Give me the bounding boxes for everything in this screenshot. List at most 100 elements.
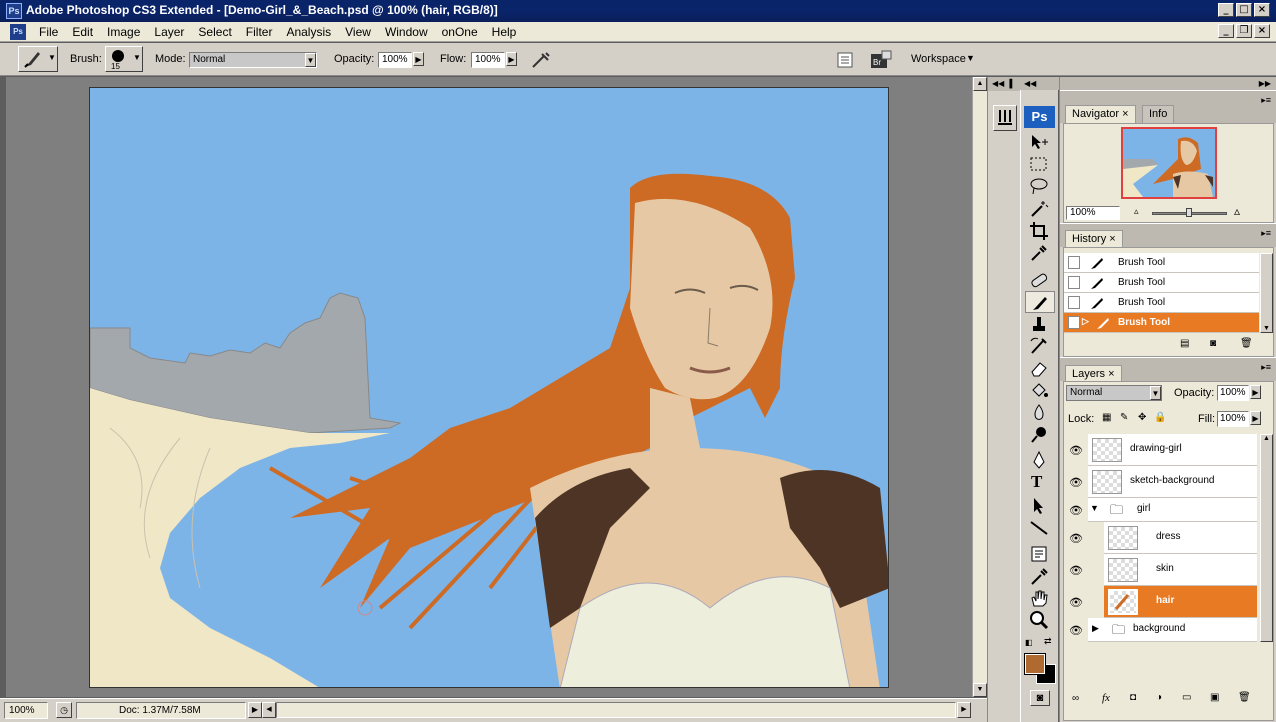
menu-image[interactable]: Image bbox=[100, 25, 147, 39]
marquee-tool-icon[interactable] bbox=[1028, 154, 1050, 174]
history-scrollbar[interactable]: ▼ bbox=[1260, 253, 1273, 333]
airbrush-icon[interactable] bbox=[530, 50, 552, 70]
menu-analysis[interactable]: Analysis bbox=[279, 25, 338, 39]
layer-row[interactable]: skin bbox=[1104, 554, 1257, 586]
workspace-label[interactable]: Workspace bbox=[911, 53, 966, 65]
lock-all-icon[interactable]: 🔒 bbox=[1154, 412, 1166, 423]
new-group-icon[interactable]: ▭ bbox=[1182, 692, 1191, 703]
type-tool-icon[interactable]: T bbox=[1031, 472, 1042, 492]
flow-input[interactable]: 100% bbox=[471, 52, 505, 68]
dock-expand-icon[interactable]: ▶▶ bbox=[1060, 77, 1276, 90]
minimize-button[interactable]: _ bbox=[1218, 3, 1234, 17]
blend-mode-select[interactable]: Normal ▼ bbox=[1066, 385, 1162, 401]
opacity-slider-arrow-icon[interactable]: ▶ bbox=[413, 52, 424, 66]
layers-scrollbar[interactable]: ▲ bbox=[1260, 434, 1273, 642]
doc-close-button[interactable]: × bbox=[1254, 24, 1270, 38]
magic-wand-tool-icon[interactable] bbox=[1028, 198, 1050, 218]
palette-well-icon[interactable] bbox=[836, 51, 854, 69]
scroll-up-icon[interactable]: ▲ bbox=[1263, 435, 1270, 442]
tool-presets-button[interactable] bbox=[993, 105, 1017, 131]
trash-icon[interactable]: 🗑 bbox=[1238, 692, 1251, 703]
opacity-input[interactable]: 100% bbox=[378, 52, 412, 68]
eye-icon[interactable]: 👁 bbox=[1069, 564, 1083, 577]
eye-icon[interactable]: 👁 bbox=[1069, 444, 1083, 457]
pen-tool-icon[interactable] bbox=[1028, 450, 1050, 470]
scroll-up-icon[interactable]: ▲ bbox=[973, 77, 987, 91]
menu-onone[interactable]: onOne bbox=[435, 25, 485, 39]
lock-image-icon[interactable]: ✎ bbox=[1120, 412, 1128, 423]
lock-position-icon[interactable]: ✥ bbox=[1138, 412, 1146, 423]
history-state-slider-icon[interactable]: ▷ bbox=[1082, 316, 1089, 327]
flow-slider-arrow-icon[interactable]: ▶ bbox=[506, 52, 517, 66]
panel-menu-icon[interactable]: ▸≡ bbox=[1261, 228, 1271, 239]
history-item-selected[interactable]: ▷ Brush Tool bbox=[1064, 313, 1259, 333]
tab-history[interactable]: History × bbox=[1065, 230, 1123, 248]
status-icon[interactable]: ◷ bbox=[56, 702, 72, 718]
tool-preset-picker[interactable]: ▼ bbox=[18, 46, 58, 72]
layer-style-icon[interactable]: fx bbox=[1102, 692, 1110, 704]
vertical-scrollbar[interactable]: ▲ ▼ bbox=[972, 77, 987, 697]
zoom-out-icon[interactable]: ▵ bbox=[1134, 206, 1139, 217]
tab-navigator[interactable]: Navigator × bbox=[1065, 105, 1136, 123]
brush-tool-button[interactable] bbox=[1025, 291, 1055, 313]
trash-icon[interactable]: 🗑 bbox=[1240, 338, 1253, 349]
layer-row[interactable]: sketch-background bbox=[1088, 466, 1257, 498]
layer-group-row[interactable]: ▶ 🗀 background bbox=[1088, 618, 1257, 642]
chevron-down-icon[interactable]: ▼ bbox=[1090, 503, 1099, 513]
healing-brush-tool-icon[interactable] bbox=[1028, 270, 1050, 290]
default-colors-icon[interactable]: ◧ bbox=[1025, 638, 1033, 647]
menu-filter[interactable]: Filter bbox=[239, 25, 280, 39]
new-layer-icon[interactable]: ▣ bbox=[1210, 692, 1219, 703]
close-icon[interactable]: × bbox=[1109, 233, 1115, 245]
paint-bucket-tool-icon[interactable] bbox=[1028, 380, 1050, 400]
history-item[interactable]: Brush Tool bbox=[1064, 293, 1259, 313]
zoom-field[interactable]: 100% bbox=[4, 702, 48, 719]
eraser-tool-icon[interactable] bbox=[1028, 358, 1050, 378]
mode-select[interactable]: Normal ▼ bbox=[189, 52, 317, 68]
history-brush-source-checkbox[interactable] bbox=[1068, 296, 1080, 309]
layer-mask-icon[interactable]: ◘ bbox=[1130, 692, 1136, 703]
document-icon[interactable]: Ps bbox=[10, 24, 26, 40]
fill-input[interactable]: 100% bbox=[1217, 411, 1249, 427]
history-brush-source-checkbox[interactable] bbox=[1068, 276, 1080, 289]
history-item[interactable]: Brush Tool bbox=[1064, 253, 1259, 273]
doc-restore-button[interactable]: ❐ bbox=[1236, 24, 1252, 38]
horizontal-scrollbar[interactable] bbox=[276, 702, 956, 718]
blur-tool-icon[interactable] bbox=[1028, 402, 1050, 422]
toolbox-header[interactable]: ◀◀ bbox=[1020, 77, 1059, 90]
chevron-down-icon[interactable]: ▼ bbox=[966, 53, 975, 63]
close-button[interactable]: × bbox=[1254, 3, 1270, 17]
layer-group-row[interactable]: ▼ 🗀 girl bbox=[1088, 498, 1257, 522]
eye-icon[interactable]: 👁 bbox=[1069, 624, 1083, 637]
layer-row[interactable]: dress bbox=[1104, 522, 1257, 554]
close-icon[interactable]: × bbox=[1108, 368, 1114, 380]
scroll-right-icon[interactable]: ▶ bbox=[957, 702, 971, 718]
navigator-zoom-field[interactable]: 100% bbox=[1066, 206, 1120, 220]
scroll-left-icon[interactable]: ◀ bbox=[262, 702, 276, 718]
new-snapshot-icon[interactable]: ◙ bbox=[1210, 338, 1216, 349]
eyedropper-slice-tool-icon[interactable] bbox=[1028, 242, 1050, 262]
quick-mask-icon[interactable]: ◙ bbox=[1030, 690, 1050, 706]
history-brush-source-checkbox[interactable] bbox=[1068, 316, 1080, 329]
eye-icon[interactable]: 👁 bbox=[1069, 596, 1083, 609]
history-item[interactable]: Brush Tool bbox=[1064, 273, 1259, 293]
foreground-color-swatch[interactable] bbox=[1024, 653, 1046, 675]
panel-menu-icon[interactable]: ▸≡ bbox=[1261, 362, 1271, 373]
menu-select[interactable]: Select bbox=[191, 25, 238, 39]
layer-row-selected[interactable]: hair bbox=[1104, 586, 1257, 618]
swap-colors-icon[interactable]: ⇄ bbox=[1044, 636, 1052, 647]
dodge-tool-icon[interactable] bbox=[1028, 424, 1050, 444]
menu-layer[interactable]: Layer bbox=[147, 25, 191, 39]
adjustment-layer-icon[interactable]: ◑ bbox=[1156, 692, 1162, 703]
path-selection-tool-icon[interactable] bbox=[1028, 496, 1050, 516]
zoom-in-icon[interactable]: ▵ bbox=[1234, 204, 1240, 218]
notes-tool-icon[interactable] bbox=[1028, 544, 1050, 564]
menu-window[interactable]: Window bbox=[378, 25, 435, 39]
fill-slider-arrow-icon[interactable]: ▶ bbox=[1250, 411, 1261, 425]
clone-stamp-tool-icon[interactable] bbox=[1028, 314, 1050, 334]
status-menu-arrow-icon[interactable]: ▶ bbox=[248, 702, 262, 718]
zoom-tool-icon[interactable] bbox=[1028, 610, 1050, 630]
history-brush-source-checkbox[interactable] bbox=[1068, 256, 1080, 269]
menu-help[interactable]: Help bbox=[485, 25, 524, 39]
scroll-down-icon[interactable]: ▼ bbox=[1263, 325, 1270, 332]
